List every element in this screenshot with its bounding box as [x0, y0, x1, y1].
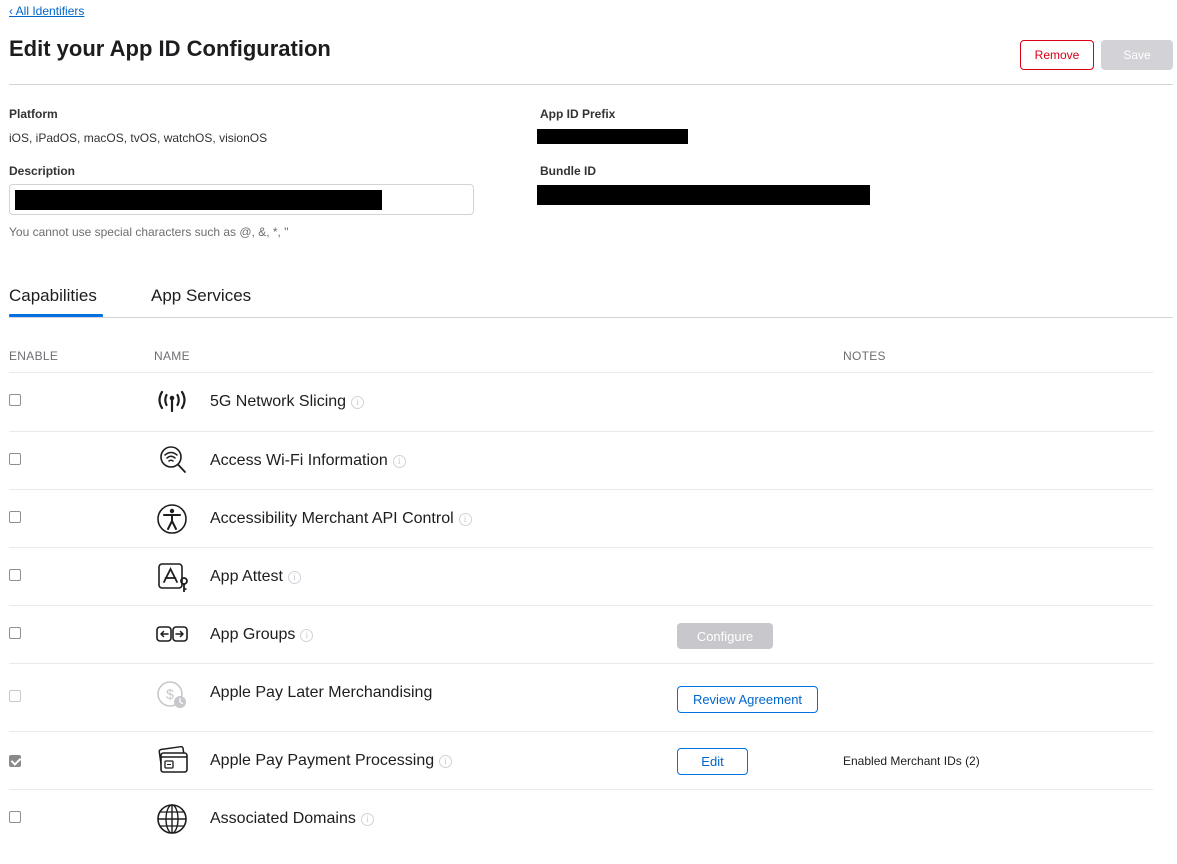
tab-app-services[interactable]: App Services — [151, 286, 251, 306]
capability-label: App Attest — [210, 568, 283, 585]
edit-button[interactable]: Edit — [677, 748, 748, 775]
globe-icon — [152, 801, 192, 837]
accessibility-icon — [152, 501, 192, 537]
app-attest-icon — [152, 559, 192, 595]
capability-row: Accessibility Merchant API Control i — [9, 489, 1153, 547]
description-redacted — [15, 190, 382, 210]
antenna-signal-icon — [152, 384, 192, 420]
capability-row: 5G Network Slicing i — [9, 372, 1153, 431]
page-title: Edit your App ID Configuration — [9, 36, 331, 61]
capability-label: Accessibility Merchant API Control — [210, 510, 454, 527]
info-icon[interactable]: i — [392, 455, 406, 468]
app-id-prefix-label: App ID Prefix — [540, 107, 616, 121]
info-icon[interactable]: i — [351, 396, 365, 409]
capability-name: App Groups i — [210, 626, 314, 644]
wifi-magnifier-icon — [152, 442, 192, 478]
enable-checkbox[interactable] — [9, 511, 21, 523]
payment-card-icon — [152, 742, 192, 778]
enable-checkbox[interactable] — [9, 690, 21, 702]
info-icon[interactable]: i — [287, 571, 301, 584]
column-header-notes: NOTES — [843, 349, 886, 363]
enable-checkbox[interactable] — [9, 627, 21, 639]
info-icon[interactable]: i — [360, 813, 374, 826]
capability-row: App Attest i — [9, 547, 1153, 605]
platform-value: iOS, iPadOS, macOS, tvOS, watchOS, visio… — [9, 131, 268, 145]
capability-name: Accessibility Merchant API Control i — [210, 510, 472, 528]
capability-row: $ Apple Pay Later Merchandising Review A… — [9, 663, 1153, 731]
capability-label: Associated Domains — [210, 810, 356, 827]
configure-button[interactable]: Configure — [677, 623, 773, 649]
capability-row: Associated Domains i — [9, 789, 1153, 847]
capability-label: Apple Pay Later Merchandising — [210, 684, 433, 701]
capability-label: App Groups — [210, 626, 296, 643]
remove-button[interactable]: Remove — [1020, 40, 1094, 70]
capability-name: App Attest i — [210, 568, 301, 586]
description-label: Description — [9, 164, 76, 178]
enable-checkbox[interactable] — [9, 569, 21, 581]
header-divider — [9, 84, 1173, 85]
review-agreement-button[interactable]: Review Agreement — [677, 686, 818, 713]
column-header-enable: ENABLE — [9, 349, 59, 363]
capability-name: Apple Pay Payment Processing i — [210, 752, 453, 770]
bundle-id-label: Bundle ID — [540, 164, 596, 178]
pay-later-icon: $ — [152, 677, 192, 713]
enable-checkbox[interactable] — [9, 755, 21, 767]
description-hint: You cannot use special characters such a… — [9, 225, 289, 239]
enable-checkbox[interactable] — [9, 453, 21, 465]
back-to-identifiers-link[interactable]: ‹ All Identifiers — [9, 4, 84, 18]
tabs-divider — [9, 317, 1173, 318]
tab-capabilities[interactable]: Capabilities — [9, 286, 97, 306]
capability-row: App Groups i Configure — [9, 605, 1153, 663]
capability-name: Associated Domains i — [210, 810, 374, 828]
merchant-ids-note: Enabled Merchant IDs (2) — [843, 754, 980, 768]
capability-name: Apple Pay Later Merchandising — [210, 684, 432, 702]
column-header-name: NAME — [154, 349, 190, 363]
info-icon[interactable]: i — [458, 513, 472, 526]
capability-label: 5G Network Slicing — [210, 393, 347, 410]
capability-row: Apple Pay Payment Processing i Edit Enabl… — [9, 731, 1153, 789]
bundle-id-redacted — [537, 185, 870, 205]
svg-text:$: $ — [166, 686, 174, 702]
capability-label: Access Wi-Fi Information — [210, 452, 388, 469]
platform-label: Platform — [9, 107, 58, 121]
capability-row: Access Wi-Fi Information i — [9, 431, 1153, 489]
save-button[interactable]: Save — [1101, 40, 1173, 70]
app-id-prefix-redacted — [537, 129, 688, 144]
app-groups-icon — [152, 617, 192, 653]
info-icon[interactable]: i — [439, 755, 453, 768]
enable-checkbox[interactable] — [9, 811, 21, 823]
capability-name: Access Wi-Fi Information i — [210, 452, 406, 470]
capability-label: Apple Pay Payment Processing — [210, 752, 435, 769]
capability-name: 5G Network Slicing i — [210, 393, 365, 411]
enable-checkbox[interactable] — [9, 394, 21, 406]
description-input[interactable] — [9, 184, 474, 215]
info-icon[interactable]: i — [300, 629, 314, 642]
